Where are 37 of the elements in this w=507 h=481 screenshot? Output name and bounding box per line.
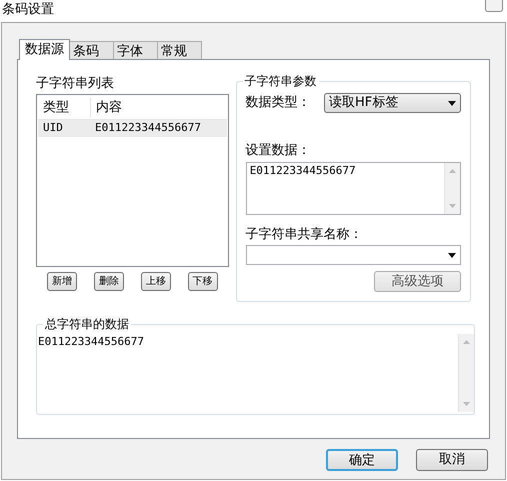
data-type-dropdown[interactable]: 读取HF标签: [324, 93, 461, 113]
list-action-button[interactable]: 下移: [188, 272, 218, 291]
list-cell-text: E011223344556677: [94, 120, 201, 136]
tab[interactable]: 字体: [113, 41, 158, 59]
data-type-value: 读取HF标签: [329, 94, 398, 112]
share-name-dropdown[interactable]: [246, 245, 461, 265]
column-header[interactable]: 内容: [90, 98, 122, 118]
list-action-button[interactable]: 删除: [94, 272, 124, 291]
share-name-label: 子字符串共享名称：: [246, 227, 364, 243]
dropdown-caret-icon: [448, 252, 456, 258]
data-type-label: 数据类型：: [246, 94, 311, 112]
scrollbar[interactable]: [444, 163, 460, 214]
tab[interactable]: 常规: [157, 41, 202, 59]
dialog-button[interactable]: 取消: [416, 449, 488, 471]
list-action-button[interactable]: 上移: [140, 272, 171, 291]
set-data-field[interactable]: E011223344556677: [246, 162, 461, 215]
list-title: 子字符串列表: [36, 76, 115, 92]
scroll-up-icon: [449, 169, 456, 173]
set-data-label: 设置数据：: [246, 143, 312, 159]
group-title: 子字符串参数: [242, 73, 319, 89]
tab[interactable]: 条码: [69, 41, 114, 59]
group-title: 总字符串的数据: [43, 316, 131, 332]
dropdown-caret-icon: [448, 100, 456, 106]
column-header[interactable]: 类型: [38, 98, 90, 118]
window-title: 条码设置: [2, 1, 54, 19]
list-action-button[interactable]: 新增: [47, 272, 77, 291]
close-button[interactable]: [485, 0, 503, 12]
advanced-options-button[interactable]: 高级选项: [374, 271, 461, 292]
substring-list[interactable]: 类型 内容 UID E011223344556677: [36, 94, 229, 267]
tab[interactable]: 数据源: [19, 39, 70, 60]
scroll-down-icon: [463, 402, 470, 406]
scrollbar[interactable]: [458, 334, 474, 412]
scroll-up-icon: [463, 340, 470, 344]
list-cell-text: UID: [42, 120, 64, 136]
scroll-down-icon: [449, 204, 456, 208]
dialog-button[interactable]: 确定: [326, 449, 398, 471]
list-row[interactable]: UID E011223344556677: [38, 120, 227, 137]
